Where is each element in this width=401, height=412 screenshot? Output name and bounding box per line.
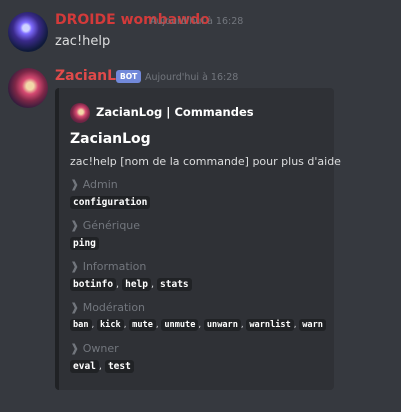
user-avatar-icon[interactable]: [8, 12, 48, 52]
field-name-owner: ❱ Owner: [70, 342, 119, 355]
command-code: ping: [70, 237, 99, 250]
command-code: unwarn: [203, 319, 241, 331]
command-code: warn: [299, 319, 326, 331]
embed-author-icon: [70, 103, 90, 123]
command-code: mute: [129, 319, 156, 331]
command-code: kick: [97, 319, 124, 331]
user-message: DROIDE wombawdo Aujourd'hui à 16:28 zac!…: [0, 0, 401, 56]
field-name-moderation: ❱ Modération: [70, 301, 146, 314]
field-name-admin: ❱ Admin: [70, 178, 118, 191]
user-message-content: zac!help: [55, 34, 111, 49]
field-name-information: ❱ Information: [70, 260, 147, 273]
field-name-generique: ❱ Générique: [70, 219, 141, 232]
command-code: botinfo: [70, 278, 117, 291]
user-message-timestamp: Aujourd'hui à 16:28: [150, 16, 244, 27]
bot-tag-badge: BOT: [116, 70, 142, 83]
command-code: ban: [70, 319, 92, 331]
bot-message-timestamp: Aujourd'hui à 16:28: [145, 72, 239, 83]
command-code: eval: [70, 360, 99, 373]
command-code: help: [122, 278, 151, 291]
embed-description: zac!help [nom de la commande] pour plus …: [70, 155, 341, 168]
command-code: test: [104, 360, 134, 373]
field-value-admin: configuration: [70, 196, 151, 209]
field-value-generique: ping: [70, 237, 99, 250]
field-value-moderation: ban, kick, mute, unmute, unwarn, warnlis…: [70, 319, 326, 331]
embed-title: ZacianLog: [70, 131, 151, 147]
command-code: stats: [157, 278, 192, 291]
embed-author-name: ZacianLog | Commandes: [96, 105, 254, 119]
bot-avatar-icon[interactable]: [8, 68, 48, 108]
command-code: warnlist: [246, 319, 294, 331]
field-value-owner: eval, test: [70, 360, 134, 373]
field-value-information: botinfo, help, stats: [70, 278, 192, 291]
command-code: unmute: [161, 319, 199, 331]
command-code: configuration: [70, 196, 151, 209]
help-embed: ZacianLog | Commandes ZacianLog zac!help…: [55, 88, 341, 390]
